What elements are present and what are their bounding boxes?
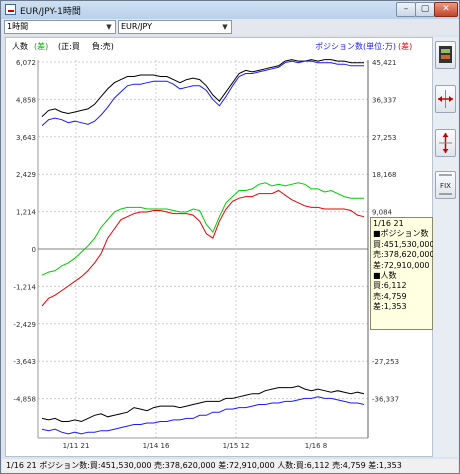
tooltip-pos-sell: 売:378,620,000 xyxy=(373,250,435,260)
y-right-tick-label: 27,253 xyxy=(372,134,397,142)
app-icon xyxy=(5,4,16,15)
x-tick-label: 1/11 21 xyxy=(63,442,90,450)
zoom-vertical-button[interactable] xyxy=(435,129,456,157)
y-left-tick-label: -1,214 xyxy=(13,283,36,291)
y-right-tick-label: -36,337 xyxy=(372,396,399,404)
chart-window: EUR/JPY-1時間 – ▢ ✕ 1時間 ▼ EUR/JPY ▼ 人数 (差) (… xyxy=(0,0,460,474)
chevron-down-icon: ▼ xyxy=(106,23,112,31)
y-left-tick-label: -4,858 xyxy=(13,396,36,404)
tooltip-date: 1/16 21 xyxy=(373,219,404,228)
tooltip-pos-header: ■ポジション数 xyxy=(373,229,429,239)
title-bar[interactable]: EUR/JPY-1時間 – ▢ ✕ xyxy=(1,1,459,19)
minimize-icon: – xyxy=(403,4,409,14)
pair-select[interactable]: EUR/JPY ▼ xyxy=(118,20,232,34)
y-left-tick-label: -3,643 xyxy=(13,358,36,366)
y-left-tick-label: 3,643 xyxy=(16,134,36,142)
tooltip-ppl-buy: 買:6,112 xyxy=(373,281,407,291)
tooltip-ppl-header: ■人数 xyxy=(373,271,397,281)
y-right-tick-label: 36,337 xyxy=(372,96,397,104)
y-right-tick-label: 45,421 xyxy=(372,59,397,67)
legend-left-note: (正:買 xyxy=(58,42,80,51)
legend-left-note2: 負:売) xyxy=(92,41,114,51)
y-left-tick-label: 1,214 xyxy=(16,209,37,217)
legend-right-label: ポジション数(単位:万) xyxy=(315,41,396,51)
zoom-horizontal-icon xyxy=(438,90,453,108)
candle-tool-button[interactable] xyxy=(435,41,456,69)
x-tick-label: 1/16 8 xyxy=(305,442,327,450)
maximize-button[interactable]: ▢ xyxy=(415,2,435,17)
legend-left-label: 人数 xyxy=(12,41,28,51)
y-left-tick-label: -2,429 xyxy=(13,321,36,329)
y-left-tick-label: 6,072 xyxy=(16,59,36,67)
toolbar: 1時間 ▼ EUR/JPY ▼ xyxy=(2,19,458,35)
fix-icon: FIX xyxy=(439,174,452,195)
y-right-tick-label: 9,084 xyxy=(372,209,393,217)
timeframe-value: 1時間 xyxy=(7,22,29,31)
fix-label: FIX xyxy=(440,182,451,190)
y-left-tick-label: 0 xyxy=(32,246,36,254)
chevron-down-icon: ▼ xyxy=(222,23,228,31)
tooltip-pos-buy: 買:451,530,000 xyxy=(373,239,435,249)
legend-right-marker: (差) xyxy=(398,41,412,51)
maximize-icon: ▢ xyxy=(420,4,430,14)
tooltip-ppl-sell: 売:4,759 xyxy=(373,291,407,301)
candle-tool-icon xyxy=(439,46,452,63)
y-left-tick-label: 4,858 xyxy=(16,96,36,104)
timeframe-select[interactable]: 1時間 ▼ xyxy=(4,20,116,34)
chart-svg: 人数 (差) (正:買 負:売) ポジション数(単位:万) (差)6,072 45,4214… xyxy=(12,41,412,450)
y-right-tick-label: 18,168 xyxy=(372,171,397,179)
y-left-tick-label: 2,429 xyxy=(16,171,36,179)
x-tick-label: 1/15 12 xyxy=(223,442,250,450)
window-title: EUR/JPY-1時間 xyxy=(20,7,81,17)
tooltip-pos-diff: 差:72,910,000 xyxy=(373,260,430,270)
close-button[interactable]: ✕ xyxy=(434,2,458,17)
zoom-horizontal-button[interactable] xyxy=(435,85,456,113)
fix-button[interactable]: FIX xyxy=(435,171,456,199)
crosshair-tooltip: 1/16 21 ■ポジション数 買:451,530,000 売:378,620,… xyxy=(370,217,435,330)
side-toolbar: FIX xyxy=(433,37,458,457)
status-bar: 1/16 21 ポジション数:買:451,530,000 売:378,620,0… xyxy=(2,459,458,473)
close-icon: ✕ xyxy=(442,4,450,14)
y-right-tick-label: -27,253 xyxy=(372,358,399,366)
zoom-vertical-icon xyxy=(439,133,452,153)
chart-area[interactable]: 人数 (差) (正:買 負:売) ポジション数(単位:万) (差) 6,072 45,421 4… xyxy=(5,37,433,457)
pair-value: EUR/JPY xyxy=(121,22,153,31)
minimize-button[interactable]: – xyxy=(396,2,416,17)
x-tick-label: 1/14 16 xyxy=(143,442,170,450)
legend-left-marker: (差) xyxy=(34,41,48,51)
tooltip-ppl-diff: 差:1,353 xyxy=(373,302,407,312)
